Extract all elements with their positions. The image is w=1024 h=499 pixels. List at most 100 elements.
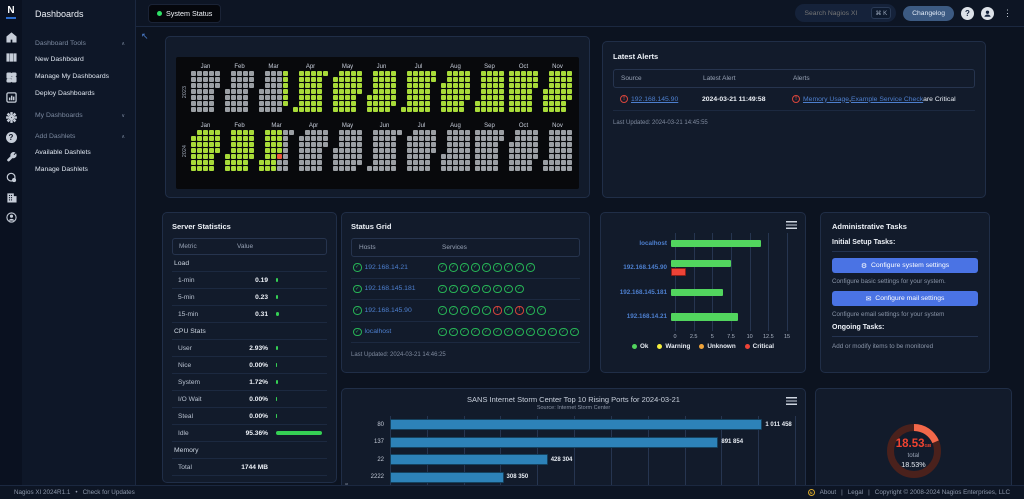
service-ok-icon[interactable]: ✓: [515, 285, 524, 294]
service-ok-icon[interactable]: ✓: [471, 285, 480, 294]
service-ok-icon[interactable]: ✓: [449, 328, 458, 337]
category-label: 192.168.145.90: [609, 264, 671, 271]
service-ok-icon[interactable]: ✓: [526, 306, 535, 315]
service-ok-icon[interactable]: ✓: [482, 306, 491, 315]
service-ok-icon[interactable]: ✓: [353, 263, 362, 272]
alert-service-link[interactable]: Example Service Check: [851, 96, 923, 103]
service-ok-icon[interactable]: ✓: [537, 306, 546, 315]
bar-ok: [671, 240, 761, 248]
changelog-button[interactable]: Changelog: [903, 6, 954, 21]
service-ok-icon[interactable]: ✓: [471, 263, 480, 272]
service-ok-icon[interactable]: ✓: [438, 263, 447, 272]
sidebar-group-add-dashlets[interactable]: Add Dashlets∧: [22, 128, 135, 144]
help-icon[interactable]: ?: [3, 129, 19, 145]
service-ok-icon[interactable]: ✓: [460, 328, 469, 337]
search-input[interactable]: [804, 10, 866, 17]
alert-service-link[interactable]: Memory Usage: [803, 96, 849, 103]
service-ok-icon[interactable]: ✓: [515, 263, 524, 272]
service-ok-icon[interactable]: ✓: [504, 285, 513, 294]
heatmap-cell: [425, 83, 430, 88]
sidebar-item-new-dashboard[interactable]: New Dashboard: [22, 51, 135, 68]
about-link[interactable]: About: [820, 489, 836, 496]
heatmap-cell: [283, 166, 288, 171]
service-ok-icon[interactable]: ✓: [504, 263, 513, 272]
service-ok-icon[interactable]: ✓: [526, 263, 535, 272]
service-ok-icon[interactable]: ✓: [493, 285, 502, 294]
views-icon[interactable]: [3, 49, 19, 65]
service-ok-icon[interactable]: ✓: [353, 306, 362, 315]
collapse-sidebar-arrow-icon[interactable]: ↖: [141, 31, 149, 42]
global-search[interactable]: ⌘ K: [795, 4, 896, 22]
help-circle-icon[interactable]: ?: [961, 7, 974, 20]
user-icon[interactable]: [3, 209, 19, 225]
service-ok-icon[interactable]: ✓: [537, 328, 546, 337]
legal-link[interactable]: Legal: [848, 489, 863, 496]
system-status-pill[interactable]: System Status: [148, 4, 221, 23]
service-ok-icon[interactable]: ✓: [570, 328, 579, 337]
host-link-192-168-145-181[interactable]: 192.168.145.181: [365, 285, 416, 292]
heatmap-cell: [305, 160, 310, 165]
service-ok-icon[interactable]: ✓: [449, 263, 458, 272]
sidebar-item-manage-dashlets[interactable]: Manage Dashlets: [22, 161, 135, 178]
service-ok-icon[interactable]: ✓: [460, 263, 469, 272]
service-ok-icon[interactable]: ✓: [353, 328, 362, 337]
service-ok-icon[interactable]: ✓: [471, 328, 480, 337]
configure-system-settings-button[interactable]: ⚙ Configure system settings: [832, 258, 978, 273]
overflow-menu-icon[interactable]: ⋮: [1001, 8, 1014, 19]
tools-wrench-icon[interactable]: [3, 149, 19, 165]
service-ok-icon[interactable]: ✓: [504, 328, 513, 337]
service-ok-icon[interactable]: ✓: [482, 263, 491, 272]
service-ok-icon[interactable]: ✓: [482, 285, 491, 294]
dashboards-icon[interactable]: [3, 69, 19, 85]
service-ok-icon[interactable]: ✓: [493, 263, 502, 272]
service-ok-icon[interactable]: ✓: [449, 285, 458, 294]
heatmap-cell: [209, 142, 214, 147]
service-ok-icon[interactable]: ✓: [438, 306, 447, 315]
service-ok-icon[interactable]: ✓: [559, 328, 568, 337]
configure-mail-settings-button[interactable]: ✉ Configure mail settings: [832, 291, 978, 306]
service-ok-icon[interactable]: ✓: [471, 306, 480, 315]
service-critical-icon[interactable]: !: [493, 306, 502, 315]
heatmap-cell: [533, 148, 538, 153]
service-ok-icon[interactable]: ✓: [460, 306, 469, 315]
heatmap-cell: [555, 71, 560, 76]
monitoring-globe-icon[interactable]: [3, 169, 19, 185]
sidebar-group-dashboard-tools[interactable]: Dashboard Tools∧: [22, 35, 135, 51]
configure-gear-icon[interactable]: [3, 109, 19, 125]
status-grid-row: ✓192.168.14.21✓✓✓✓✓✓✓✓✓: [351, 257, 580, 279]
heatmap-cell: [373, 107, 378, 112]
chart-menu-icon[interactable]: [786, 221, 797, 229]
heatmap-cell: [191, 95, 196, 100]
enterprise-building-icon[interactable]: [3, 189, 19, 205]
heatmap-cell: [323, 130, 328, 135]
host-link-localhost[interactable]: localhost: [365, 328, 392, 335]
sidebar-item-available-dashlets[interactable]: Available Dashlets: [22, 144, 135, 161]
service-ok-icon[interactable]: ✓: [482, 328, 491, 337]
home-icon[interactable]: [3, 29, 19, 45]
heatmap-cell: [231, 107, 236, 112]
sidebar-item-deploy-dashboards[interactable]: Deploy Dashboards: [22, 85, 135, 102]
host-link-192-168-14-21[interactable]: 192.168.14.21: [365, 264, 408, 271]
service-ok-icon[interactable]: ✓: [526, 328, 535, 337]
service-ok-icon[interactable]: ✓: [449, 306, 458, 315]
sidebar-item-manage-my-dashboards[interactable]: Manage My Dashboards: [22, 68, 135, 85]
service-critical-icon[interactable]: !: [515, 306, 524, 315]
service-ok-icon[interactable]: ✓: [460, 285, 469, 294]
service-ok-icon[interactable]: ✓: [353, 285, 362, 294]
heatmap-cell: [419, 142, 424, 147]
user-circle-icon[interactable]: [981, 7, 994, 20]
host-link-192-168-145-90[interactable]: 192.168.145.90: [365, 307, 412, 314]
service-ok-icon[interactable]: ✓: [515, 328, 524, 337]
check-for-updates-link[interactable]: Check for Updates: [83, 489, 135, 496]
reports-icon[interactable]: [3, 89, 19, 105]
service-ok-icon[interactable]: ✓: [438, 285, 447, 294]
sidebar-group-my-dashboards[interactable]: My Dashboards∨: [22, 107, 135, 123]
heatmap-cell: [549, 130, 554, 135]
service-ok-icon[interactable]: ✓: [504, 306, 513, 315]
alert-source-link[interactable]: 192.168.145.90: [631, 96, 678, 103]
service-ok-icon[interactable]: ✓: [438, 328, 447, 337]
nagios-logo-icon[interactable]: N: [6, 5, 15, 19]
chart-menu-icon[interactable]: [786, 397, 797, 405]
service-ok-icon[interactable]: ✓: [548, 328, 557, 337]
service-ok-icon[interactable]: ✓: [493, 328, 502, 337]
